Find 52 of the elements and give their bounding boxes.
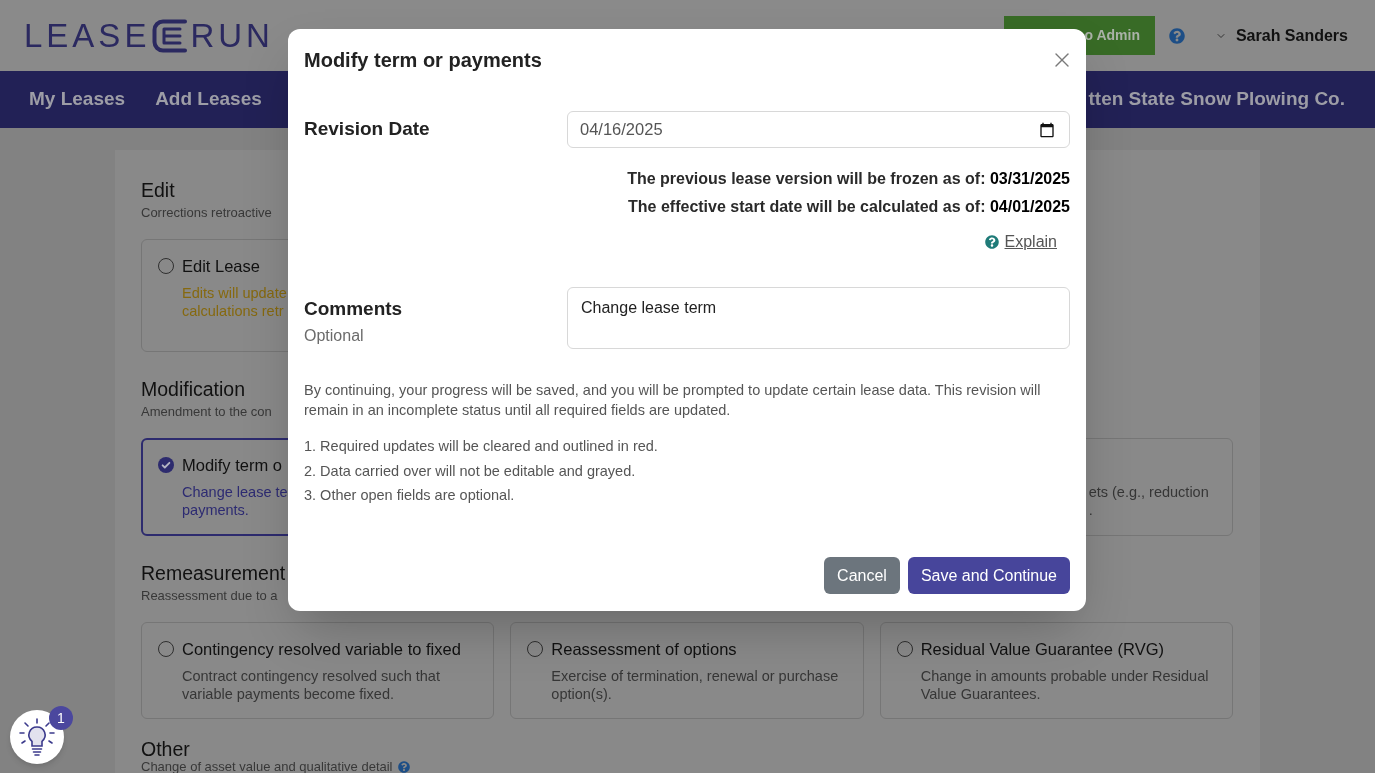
step-text: 1. Required updates will be cleared and outlined in red. (304, 437, 658, 456)
nav-link[interactable]: My Leases (29, 85, 126, 114)
field-label: Revision Date (304, 117, 430, 142)
option-title: Modify term o (182, 455, 282, 476)
option-card[interactable]: Contingency resolved variable to fixed Contract contingency resolved such that variable payments become fixed. (141, 622, 495, 719)
option-title: Reassessment of options (551, 639, 737, 660)
step-text: 2. Data carried over will not be editable and grayed. (304, 461, 636, 481)
section-heading: Other (141, 739, 190, 759)
option-description: Change in amounts probable under Residual Value Guarantees. (920, 667, 1210, 703)
help-icon[interactable] (397, 760, 410, 773)
section-heading: Edit (141, 178, 175, 202)
section-heading: Modification (141, 377, 246, 401)
cancel-button[interactable]: Cancel (824, 557, 900, 594)
info-paragraph: By continuing, your progress will be saved, and you will be prompted to update certain lease data. This revision will remain in an incomplete status until all required fields are updated. (304, 381, 1042, 420)
option-title: Contingency resolved variable to fixed (182, 639, 461, 660)
logo-text: RUN (190, 19, 274, 52)
dialog-title: Modify term or payments (304, 48, 542, 73)
help-icon[interactable] (984, 235, 999, 249)
user-name[interactable]: Sarah Sanders (1235, 23, 1348, 48)
save-continue-button[interactable]: Save and Continue (907, 557, 1070, 594)
field-hint: Optional (304, 326, 364, 346)
section-subtitle: Amendment to the con (141, 403, 272, 421)
calendar-icon[interactable] (1039, 121, 1055, 138)
option-card[interactable]: Residual Value Guarantee (RVG) Change in amounts probable under Residual Value Guarantees. (879, 622, 1233, 719)
section-subtitle: Reassessment due to a (141, 587, 278, 605)
option-description: Exercise of termination, renewal or purchase option(s). (551, 667, 840, 703)
notification-badge: 1 (49, 706, 73, 730)
section-heading: Remeasurement (141, 561, 286, 585)
date-info-text: The previous lease version will be frozen as of: 03/31/2025 (627, 169, 1070, 189)
comments-field[interactable]: Change lease term (567, 287, 1070, 349)
option-card[interactable]: Reassessment of options Exercise of termination, renewal or purchase option(s). (510, 622, 864, 719)
nav-link[interactable]: Add Leases (155, 85, 262, 114)
step-text: 3. Other open fields are optional. (304, 486, 515, 505)
field-label: Comments (304, 297, 403, 321)
lightbulb-icon[interactable] (17, 717, 57, 757)
company-name[interactable]: tten State Snow Plowing Co. (1088, 85, 1345, 114)
explain-link[interactable]: Explain (1004, 230, 1057, 254)
option-title: Edit Lease (182, 256, 260, 277)
option-description: Edits will update calculations retr (182, 284, 287, 320)
date-field[interactable]: 04/16/2025 (567, 111, 1070, 148)
tips-button[interactable] (10, 710, 64, 764)
option-description: Change lease te payments. (182, 483, 288, 519)
option-description: ets (e.g., reduction . (1088, 483, 1209, 519)
date-info-text: The effective start date will be calculated as of: 04/01/2025 (628, 197, 1070, 217)
radio-button[interactable] (158, 457, 174, 473)
help-icon[interactable] (1168, 27, 1185, 44)
section-subtitle: Change of asset value and qualitative detail (141, 759, 393, 773)
section-subtitle: Corrections retroactive (141, 204, 272, 222)
logo-icon (152, 18, 189, 53)
option-title: Residual Value Guarantee (RVG) (920, 639, 1164, 660)
option-description: Contract contingency resolved such that variable payments become fixed. (182, 667, 441, 703)
logo-text: LEASE (24, 19, 151, 52)
